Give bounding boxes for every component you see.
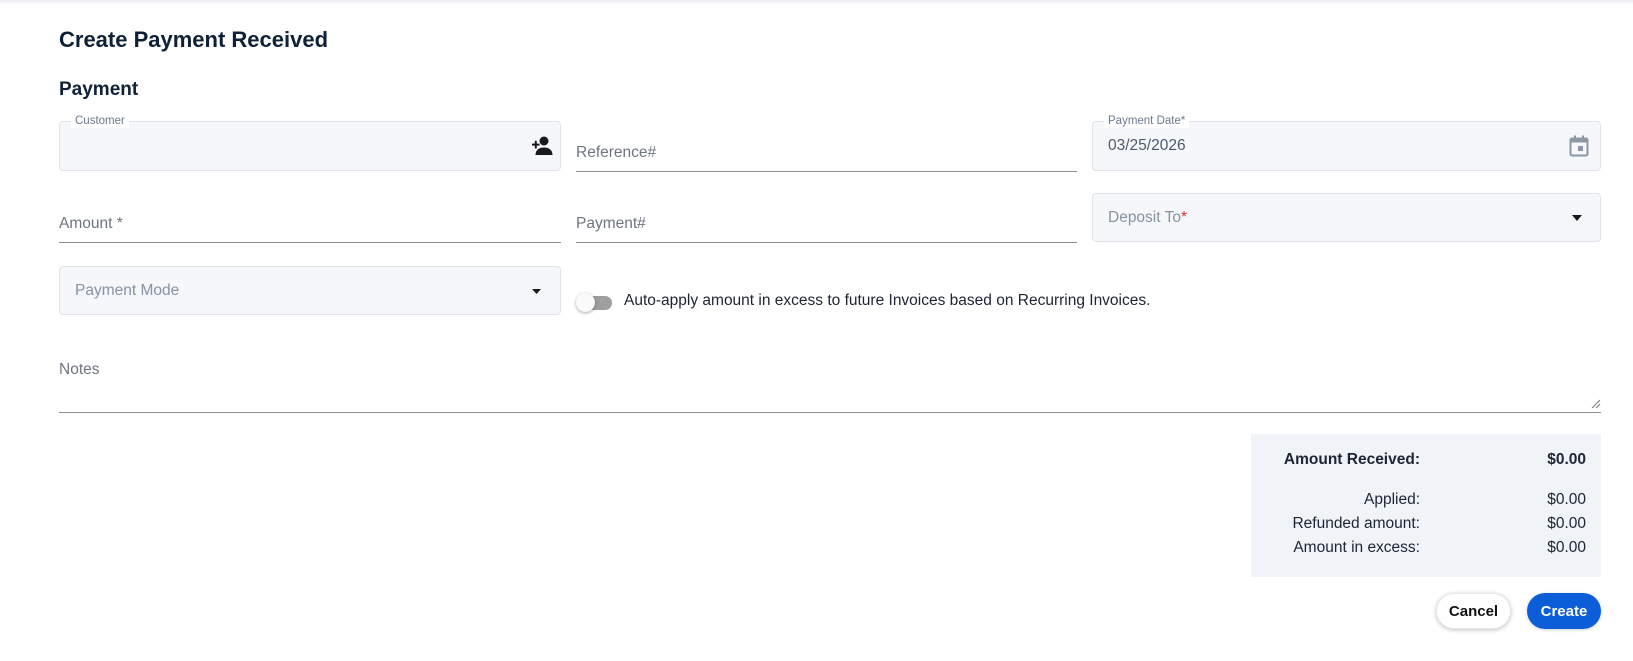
reference-label: Reference# [576, 144, 657, 161]
applied-value: $0.00 [1547, 491, 1586, 508]
reference-field[interactable]: Reference# [576, 121, 1077, 172]
payment-date-field[interactable]: Payment Date* 03/25/2026 [1092, 114, 1601, 171]
chevron-down-icon[interactable] [532, 289, 541, 294]
payment-number-field[interactable]: Payment# [576, 192, 1077, 243]
applied-label: Applied: [1363, 491, 1420, 508]
create-button[interactable]: Create [1527, 593, 1601, 629]
amount-label: Amount * [59, 215, 123, 232]
payment-date-label: Payment Date* [1104, 114, 1190, 128]
chevron-down-icon[interactable] [1572, 215, 1582, 221]
deposit-to-select[interactable]: Deposit To* [1092, 193, 1601, 242]
payment-date-value: 03/25/2026 [1108, 137, 1186, 154]
amount-received-value: $0.00 [1547, 451, 1586, 468]
deposit-to-label: Deposit To* [1108, 209, 1187, 226]
amount-field[interactable]: Amount * [59, 192, 561, 243]
payment-number-label: Payment# [576, 215, 646, 232]
person-add-icon[interactable] [529, 135, 553, 157]
notes-textarea[interactable]: Notes [59, 355, 1601, 413]
customer-field-label: Customer [71, 114, 129, 128]
resize-grip-icon[interactable] [1591, 399, 1601, 409]
required-asterisk: * [1180, 209, 1187, 226]
refunded-value: $0.00 [1547, 515, 1586, 532]
top-shadow-bar [0, 0, 1633, 6]
page-title: Create Payment Received [59, 27, 329, 52]
calendar-icon[interactable] [1569, 135, 1589, 157]
payment-mode-label: Payment Mode [75, 282, 180, 299]
excess-value: $0.00 [1547, 539, 1586, 556]
notes-label: Notes [59, 361, 100, 378]
refunded-label: Refunded amount: [1292, 515, 1420, 532]
cancel-button[interactable]: Cancel [1436, 593, 1511, 629]
toggle-thumb [576, 293, 595, 312]
amount-received-label: Amount Received: [1283, 451, 1420, 468]
auto-apply-label: Auto-apply amount in excess to future In… [624, 292, 1151, 309]
excess-label: Amount in excess: [1293, 539, 1420, 556]
customer-field[interactable]: Customer [59, 114, 561, 171]
section-title: Payment [59, 79, 139, 100]
payment-mode-select[interactable]: Payment Mode [59, 266, 561, 315]
auto-apply-toggle[interactable] [576, 293, 612, 312]
payment-summary: Amount Received: $0.00 Applied: $0.00 Re… [1251, 434, 1601, 577]
